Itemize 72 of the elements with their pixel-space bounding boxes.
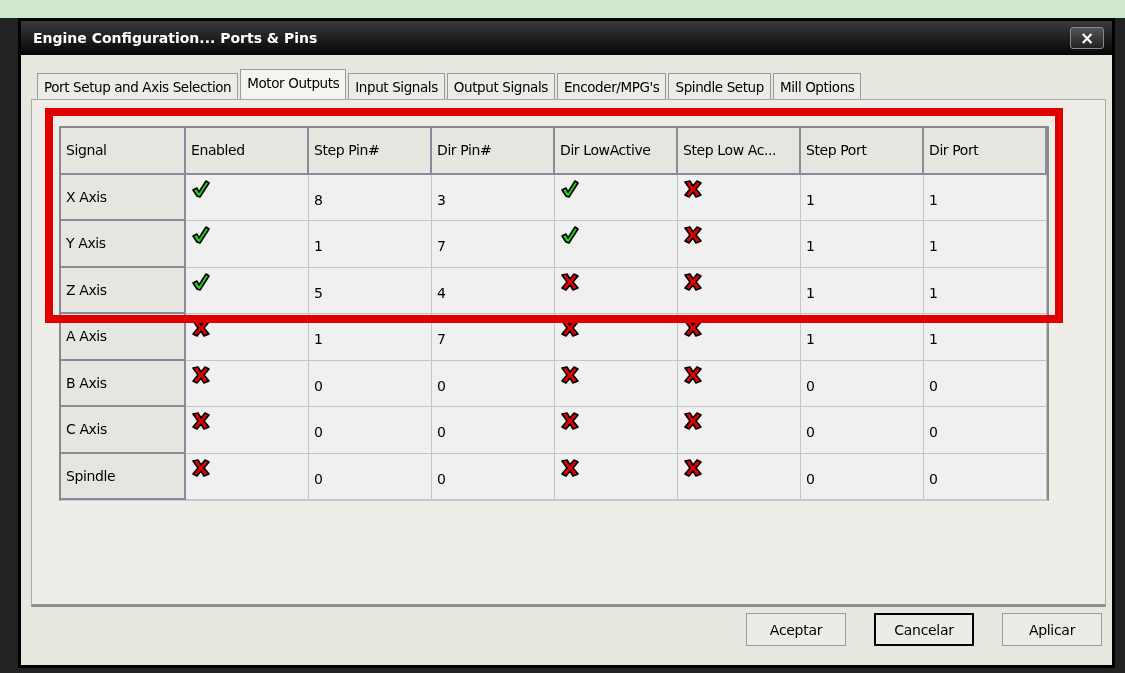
table-cell: 7 — [432, 314, 555, 361]
table-cell: 7 — [432, 221, 555, 268]
cross-icon[interactable] — [560, 364, 580, 385]
tab[interactable]: Mill Options — [772, 73, 862, 99]
check-icon[interactable] — [191, 225, 211, 245]
cross-icon[interactable] — [683, 457, 703, 478]
table-cell: 0 — [801, 360, 924, 407]
table-cell: 1 — [801, 267, 924, 314]
table-cell: 3 — [432, 174, 555, 221]
table-cell: 0 — [432, 360, 555, 407]
check-icon[interactable] — [191, 178, 211, 199]
table-cell: 0 — [924, 407, 1047, 454]
table-cell: 1 — [924, 221, 1047, 268]
row-header[interactable]: C Axis — [61, 407, 186, 454]
check-icon[interactable] — [560, 225, 580, 245]
tab[interactable]: Spindle Setup — [668, 73, 771, 99]
column-header[interactable]: Step Pin# — [309, 128, 432, 175]
table-cell: 0 — [801, 407, 924, 454]
table-cell: 1 — [309, 314, 432, 361]
table-cell: 1 — [801, 314, 924, 361]
column-header[interactable]: Dir Pin# — [432, 128, 555, 175]
table-cell: 0 — [309, 453, 432, 500]
cross-icon[interactable] — [683, 364, 703, 385]
column-header[interactable]: Dir Port — [924, 128, 1047, 175]
tab[interactable]: Input Signals — [348, 73, 445, 99]
table-cell: 1 — [924, 174, 1047, 221]
row-header[interactable]: B Axis — [61, 360, 186, 407]
table-cell: 0 — [432, 407, 555, 454]
cross-icon[interactable] — [683, 411, 703, 431]
column-header[interactable]: Step Port — [801, 128, 924, 175]
cross-icon[interactable] — [683, 178, 703, 199]
window-title: Engine Configuration... Ports & Pins — [33, 30, 318, 46]
table-cell: 0 — [309, 360, 432, 407]
column-header[interactable]: Dir LowActive — [555, 128, 678, 175]
cross-icon[interactable] — [560, 411, 580, 431]
cross-icon[interactable] — [191, 364, 211, 385]
cross-icon[interactable] — [560, 457, 580, 478]
cross-icon[interactable] — [560, 271, 580, 292]
table-cell: 4 — [432, 267, 555, 314]
table-cell: 5 — [309, 267, 432, 314]
check-icon[interactable] — [191, 271, 211, 292]
column-header[interactable]: Step Low Ac... — [678, 128, 801, 175]
dialog-button[interactable]: Aceptar — [746, 613, 846, 646]
table-cell: 0 — [432, 453, 555, 500]
tab[interactable]: Motor Outputs — [240, 69, 347, 99]
row-header[interactable]: Z Axis — [61, 267, 186, 314]
cross-icon[interactable] — [191, 457, 211, 478]
check-icon[interactable] — [560, 178, 580, 199]
table-cell: 1 — [801, 221, 924, 268]
row-header[interactable]: Spindle — [61, 453, 186, 500]
table-cell: 1 — [924, 267, 1047, 314]
row-header[interactable]: X Axis — [61, 174, 186, 221]
table-cell: 0 — [924, 453, 1047, 500]
table-cell: 0 — [801, 453, 924, 500]
table-cell: 1 — [309, 221, 432, 268]
table-cell: 8 — [309, 174, 432, 221]
table-cell: 0 — [924, 360, 1047, 407]
dialog-button[interactable]: Aplicar — [1002, 613, 1102, 646]
tab[interactable]: Encoder/MPG's — [556, 73, 667, 99]
cross-icon[interactable] — [683, 271, 703, 292]
table-cell: 0 — [309, 407, 432, 454]
table-cell: 1 — [924, 314, 1047, 361]
tab[interactable]: Port Setup and Axis Selection — [37, 73, 239, 99]
cross-icon[interactable] — [683, 225, 703, 245]
row-header[interactable]: Y Axis — [61, 221, 186, 268]
close-button[interactable]: × — [1070, 27, 1104, 49]
dialog-button[interactable]: Cancelar — [874, 613, 974, 646]
table-cell: 1 — [801, 174, 924, 221]
tab[interactable]: Output Signals — [446, 73, 555, 99]
column-header[interactable]: Enabled — [186, 128, 309, 175]
column-header[interactable]: Signal — [61, 128, 186, 175]
cross-icon[interactable] — [191, 411, 211, 431]
